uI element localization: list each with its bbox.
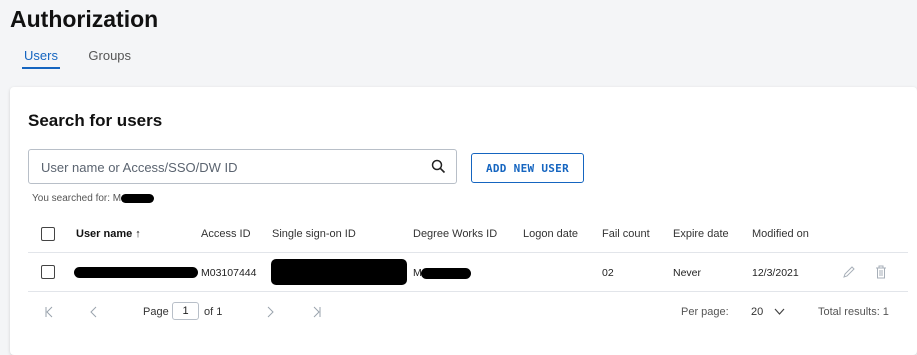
cell-modified-on: 12/3/2021 <box>752 267 799 279</box>
select-all-checkbox[interactable] <box>41 227 55 241</box>
search-input[interactable] <box>39 159 423 176</box>
edit-pencil-icon[interactable] <box>842 265 856 279</box>
cell-degree-works-id: M <box>413 267 471 279</box>
last-page-icon[interactable] <box>312 306 322 321</box>
row-checkbox[interactable] <box>41 265 55 279</box>
per-page-select[interactable]: 20 <box>751 306 785 318</box>
column-header-sso-id[interactable]: Single sign-on ID <box>272 228 356 240</box>
chevron-down-icon <box>774 308 785 315</box>
searched-for-text: You searched for: M <box>32 193 155 204</box>
page-number-input[interactable]: 1 <box>172 302 199 320</box>
previous-page-icon[interactable] <box>90 306 98 321</box>
search-icon[interactable] <box>431 159 446 174</box>
column-header-logon-date[interactable]: Logon date <box>523 228 578 240</box>
header-divider <box>28 252 908 253</box>
add-new-user-button[interactable]: ADD NEW USER <box>471 153 584 183</box>
search-field[interactable] <box>28 149 457 184</box>
tab-groups[interactable]: Groups <box>88 48 131 69</box>
row-divider <box>28 291 908 292</box>
column-header-expire-date[interactable]: Expire date <box>673 228 729 240</box>
redacted-sso-id <box>271 259 407 285</box>
cell-expire-date: Never <box>673 267 702 279</box>
per-page-value: 20 <box>751 306 764 318</box>
column-header-user-name[interactable]: User name ↑ <box>76 228 141 240</box>
column-header-fail-count[interactable]: Fail count <box>602 228 650 240</box>
redaction-mark <box>121 193 155 203</box>
redaction-mark <box>420 267 471 279</box>
total-results: Total results: 1 <box>818 306 889 318</box>
redacted-user-name <box>74 267 198 278</box>
column-header-access-id[interactable]: Access ID <box>201 228 251 240</box>
cell-fail-count: 02 <box>602 267 614 279</box>
page-of-label: of 1 <box>204 306 223 318</box>
searched-for-label: You searched for: M <box>32 193 122 204</box>
cell-access-id: M03107444 <box>201 267 257 279</box>
page-label: Page <box>143 306 169 318</box>
tab-users[interactable]: Users <box>22 48 60 69</box>
delete-trash-icon[interactable] <box>874 265 888 279</box>
tab-bar: Users Groups <box>22 47 157 73</box>
column-header-degree-works-id[interactable]: Degree Works ID <box>413 228 497 240</box>
page-title: Authorization <box>10 6 159 32</box>
section-title: Search for users <box>28 111 163 130</box>
per-page-label: Per page: <box>681 306 729 318</box>
search-users-card: Search for users ADD NEW USER You search… <box>10 87 917 355</box>
column-header-modified-on[interactable]: Modified on <box>752 228 809 240</box>
first-page-icon[interactable] <box>44 306 54 321</box>
next-page-icon[interactable] <box>266 306 274 321</box>
